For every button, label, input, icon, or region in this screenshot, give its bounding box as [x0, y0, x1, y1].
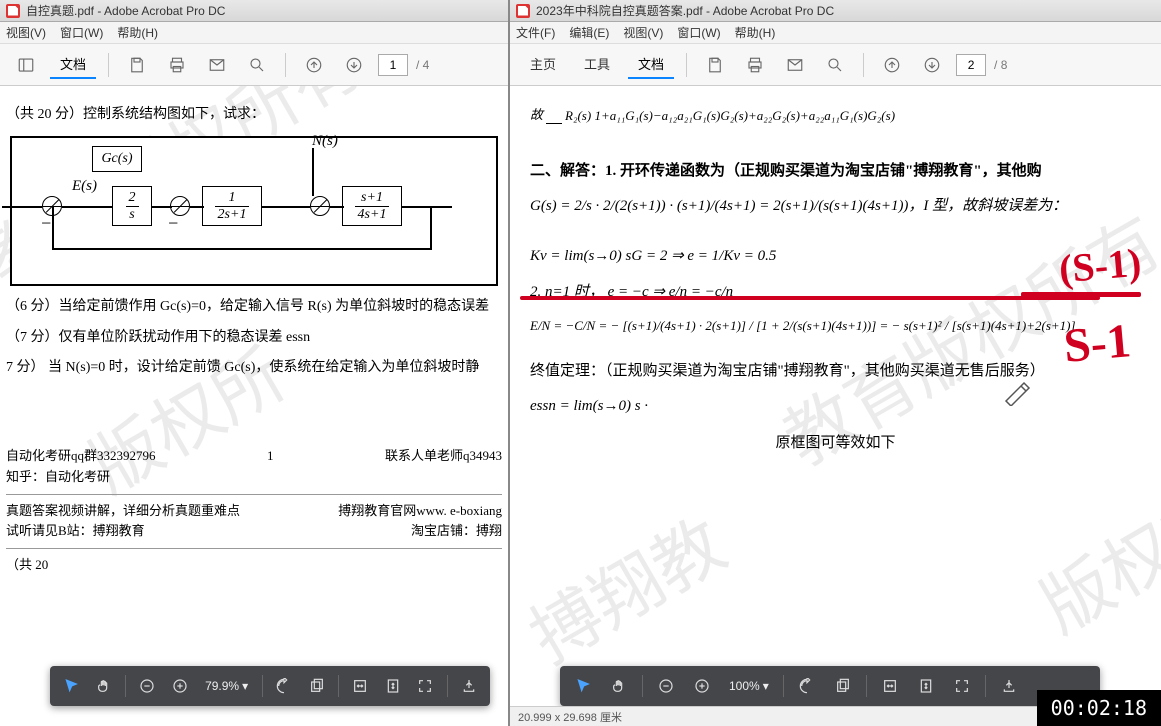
menu-help[interactable]: 帮助(H) — [117, 24, 158, 41]
zoom-in-icon[interactable] — [167, 671, 194, 701]
rotate-icon[interactable] — [792, 671, 822, 701]
mail-icon[interactable] — [779, 49, 811, 81]
cursor-icon[interactable] — [58, 671, 85, 701]
final-theorem: 终值定理：（正规购买渠道为淘宝店铺"搏翔教育"，其他购买渠道无售后服务） — [530, 359, 1141, 383]
question-1: （6 分）当给定前馈作用 Gc(s)=0，给定输入信号 R(s) 为单位斜坡时的… — [6, 296, 502, 318]
copies-icon[interactable] — [304, 671, 331, 701]
next-page-icon[interactable] — [916, 49, 948, 81]
cursor-icon[interactable] — [568, 671, 598, 701]
fullscreen-icon[interactable] — [947, 671, 977, 701]
menu-window[interactable]: 窗口(W) — [677, 24, 720, 41]
separator — [285, 53, 286, 77]
handwriting-2: S-1 — [1060, 293, 1135, 394]
tab-docs[interactable]: 文档 — [628, 50, 674, 79]
right-float-toolbar: 100%▾ — [560, 666, 1100, 706]
rotate-icon[interactable] — [271, 671, 298, 701]
print-icon[interactable] — [161, 49, 193, 81]
tab-home[interactable]: 主页 — [520, 50, 566, 79]
save-icon[interactable] — [699, 49, 731, 81]
menu-view[interactable]: 视图(V) — [623, 24, 663, 41]
left-document: 教育版权所有 版权所 （共 20 分）控制系统结构图如下，试求： R(s) E(… — [0, 86, 508, 726]
hand-icon[interactable] — [91, 671, 118, 701]
fit-page-icon[interactable] — [380, 671, 407, 701]
next-page-icon[interactable] — [338, 49, 370, 81]
search-icon[interactable] — [819, 49, 851, 81]
question-3: 7 分） 当 N(s)=0 时，设计给定前馈 Gc(s)，使系统在给定输入为单位… — [6, 357, 502, 379]
right-title: 2023年中科院自控真题答案.pdf - Adobe Acrobat Pro D… — [536, 2, 834, 19]
fit-width-icon[interactable] — [347, 671, 374, 701]
left-titlebar: 自控真题.pdf - Adobe Acrobat Pro DC — [0, 0, 508, 22]
eq-G: G(s) = 2/s · 2/(2(s+1)) · (s+1)/(4s+1) =… — [530, 191, 1141, 221]
menu-help[interactable]: 帮助(H) — [735, 24, 776, 41]
right-titlebar: 2023年中科院自控真题答案.pdf - Adobe Acrobat Pro D… — [510, 0, 1161, 22]
page-total: / 8 — [994, 58, 1007, 72]
separator — [108, 53, 109, 77]
menu-view[interactable]: 视图(V) — [6, 24, 46, 41]
print-icon[interactable] — [739, 49, 771, 81]
left-title: 自控真题.pdf - Adobe Acrobat Pro DC — [26, 2, 225, 19]
fit-width-icon[interactable] — [875, 671, 905, 701]
eq-top: 故 R₂(s) 1+a₁₁G₁(s)−a₁₂a₂₁G₁(s)G₂(s)+a₂₂G… — [530, 102, 1141, 129]
share-icon[interactable] — [456, 671, 483, 701]
doc-dimensions: 20.999 x 29.698 厘米 — [518, 709, 622, 725]
eq-EN: E/N = −C/N = − [(s+1)/(4s+1) · 2(s+1)] /… — [530, 313, 1141, 339]
pencil-icon — [1001, 376, 1031, 406]
eq-ess: essn = lim(s→0) s · — [530, 391, 1141, 421]
footer-info: 自动化考研qq群3323927961联系人单老师q34943 知乎：自动化考研 … — [6, 446, 502, 576]
question-intro: （共 20 分）控制系统结构图如下，试求： — [6, 104, 502, 126]
tab-tools[interactable]: 工具 — [574, 50, 620, 79]
left-menubar: 视图(V) 窗口(W) 帮助(H) — [0, 22, 508, 44]
sidebar-toggle-icon[interactable] — [10, 49, 42, 81]
question-2: （7 分）仅有单位阶跃扰动作用下的稳态误差 essn — [6, 327, 502, 349]
menu-file[interactable]: 文件(F) — [516, 24, 555, 41]
copies-icon[interactable] — [828, 671, 858, 701]
menu-window[interactable]: 窗口(W) — [60, 24, 103, 41]
red-underline — [520, 296, 1100, 300]
fullscreen-icon[interactable] — [412, 671, 439, 701]
save-icon[interactable] — [121, 49, 153, 81]
page-input[interactable] — [378, 54, 408, 76]
right-menubar: 文件(F) 编辑(E) 视图(V) 窗口(W) 帮助(H) — [510, 22, 1161, 44]
share-icon[interactable] — [994, 671, 1024, 701]
zoom-level[interactable]: 79.9%▾ — [199, 679, 254, 693]
hand-icon[interactable] — [604, 671, 634, 701]
page-total: / 4 — [416, 58, 429, 72]
prev-page-icon[interactable] — [298, 49, 330, 81]
eq-Kv: Kv = lim(s→0) sG = 2 ⇒ e = 1/Kv = 0.5 — [530, 241, 1141, 271]
bottom-text: 原框图可等效如下 — [530, 431, 1141, 455]
section-2: 二、解答：1. 开环传递函数为（正规购买渠道为淘宝店铺"搏翔教育"，其他购 — [530, 159, 1141, 183]
zoom-out-icon[interactable] — [134, 671, 161, 701]
pdf-icon — [516, 4, 530, 18]
prev-page-icon[interactable] — [876, 49, 908, 81]
left-toolbar: 文档 / 4 — [0, 44, 508, 86]
zoom-level[interactable]: 100%▾ — [723, 679, 775, 693]
zoom-out-icon[interactable] — [651, 671, 681, 701]
block-diagram: R(s) E(s) N(s) Gc(s) 2s 12s+1 s+14s+1 — [10, 136, 498, 286]
right-toolbar: 主页 工具 文档 / 8 — [510, 44, 1161, 86]
menu-edit[interactable]: 编辑(E) — [569, 24, 609, 41]
search-icon[interactable] — [241, 49, 273, 81]
mail-icon[interactable] — [201, 49, 233, 81]
tab-docs[interactable]: 文档 — [50, 50, 96, 79]
recording-timer: 00:02:18 — [1037, 690, 1161, 726]
zoom-in-icon[interactable] — [687, 671, 717, 701]
left-float-toolbar: 79.9%▾ — [50, 666, 490, 706]
fit-page-icon[interactable] — [911, 671, 941, 701]
right-document: 教育版权所有 搏翔教 版权有 故 R₂(s) 1+a₁₁G₁(s)−a₁₂a₂₁… — [510, 86, 1161, 726]
page-input[interactable] — [956, 54, 986, 76]
pdf-icon — [6, 4, 20, 18]
